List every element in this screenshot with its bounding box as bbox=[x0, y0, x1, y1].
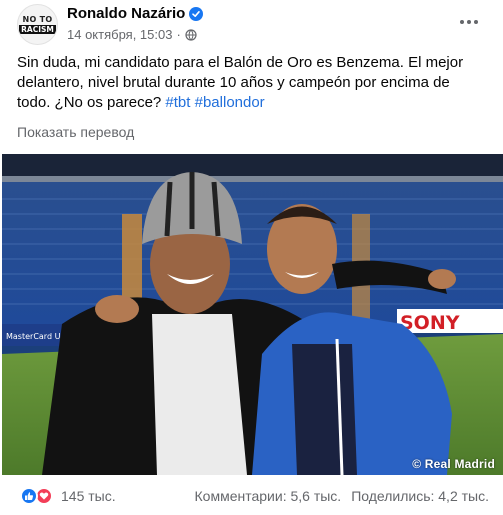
post-photo[interactable]: MasterCard UEFA SONY © Real Madrid bbox=[2, 154, 503, 475]
avatar[interactable]: NO TO RACISM bbox=[17, 4, 58, 45]
verified-badge-icon bbox=[189, 6, 204, 21]
hashtag-tbt[interactable]: #tbt bbox=[165, 94, 190, 111]
like-reaction-icon bbox=[20, 487, 38, 505]
post-footer: 145 тыс. Комментарии: 5,6 тыс. Поделилис… bbox=[0, 478, 503, 515]
post-stats: Комментарии: 5,6 тыс. Поделились: 4,2 ты… bbox=[195, 488, 489, 504]
reactions-summary[interactable]: 145 тыс. bbox=[20, 487, 116, 505]
post-text: Sin duda, mi candidato para el Balón de … bbox=[17, 53, 487, 113]
show-translation-link[interactable]: Показать перевод bbox=[17, 124, 134, 140]
photo-credit: © Real Madrid bbox=[412, 457, 495, 471]
avatar-text-top: NO TO bbox=[22, 15, 53, 24]
facebook-post: NO TO RACISM Ronaldo Nazário 14 октября,… bbox=[0, 0, 503, 515]
comments-count[interactable]: Комментарии: 5,6 тыс. bbox=[195, 488, 342, 504]
author-name-row: Ronaldo Nazário bbox=[67, 5, 204, 22]
globe-icon bbox=[185, 28, 197, 41]
meta-separator: · bbox=[176, 27, 181, 42]
avatar-text-bottom: RACISM bbox=[19, 25, 56, 34]
more-options-icon[interactable] bbox=[457, 12, 481, 32]
post-header: NO TO RACISM Ronaldo Nazário 14 октября,… bbox=[0, 0, 503, 50]
reaction-count: 145 тыс. bbox=[61, 488, 116, 504]
shares-count[interactable]: Поделились: 4,2 тыс. bbox=[351, 488, 489, 504]
post-meta: 14 октября, 15:03 · bbox=[67, 27, 197, 42]
post-date[interactable]: 14 октября, 15:03 bbox=[67, 27, 172, 42]
hashtag-ballondor[interactable]: #ballondor bbox=[195, 94, 265, 111]
author-name[interactable]: Ronaldo Nazário bbox=[67, 5, 185, 22]
